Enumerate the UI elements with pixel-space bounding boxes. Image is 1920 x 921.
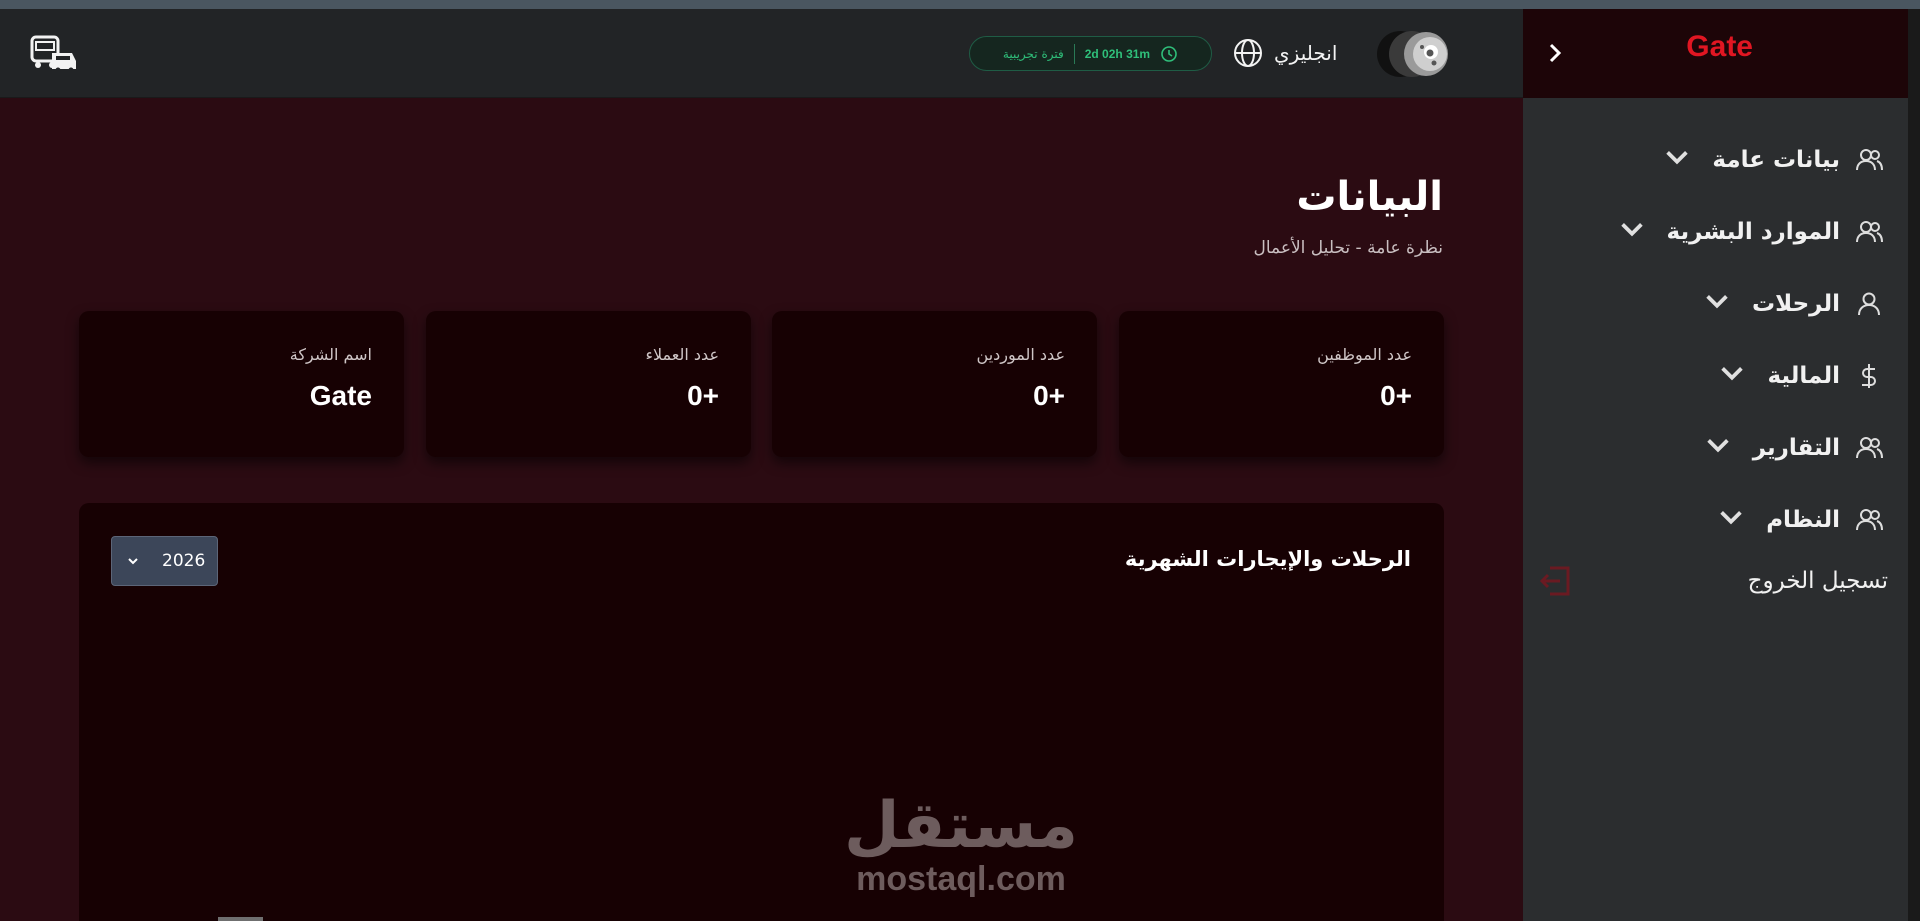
chevron-down-icon [128, 558, 138, 565]
sidebar-item-label: الرحلات [1752, 291, 1840, 317]
clock-icon [1161, 45, 1177, 62]
stat-card-value: Gate [309, 380, 372, 411]
avatar[interactable] [1370, 29, 1456, 79]
sidebar-item-reports[interactable]: التقارير [1544, 412, 1884, 484]
year-select[interactable]: 2026 [111, 536, 218, 586]
year-select-value: 2026 [162, 551, 206, 571]
users-icon [1856, 437, 1883, 459]
language-switcher[interactable]: انجليزي [1232, 36, 1337, 70]
globe-icon [1234, 39, 1262, 67]
sidebar-header: Gate [1523, 9, 1908, 98]
trial-countdown-badge: فترة تجريبية 2d 02h 31m [969, 36, 1212, 71]
monthly-trips-chart-panel: الرحلات والإيجارات الشهرية 2026 [79, 503, 1444, 921]
users-icon [1856, 509, 1883, 531]
stat-card-label: عدد الموردين [976, 345, 1065, 364]
dollar-icon [1862, 364, 1876, 388]
logout-icon [1539, 566, 1570, 596]
sidebar-item-finance[interactable]: المالية [1544, 340, 1884, 412]
watermark: مستقل mostaql.com [843, 790, 1079, 896]
sidebar-item-label: المالية [1767, 363, 1840, 389]
stat-card-company: اسم الشركة Gate [79, 311, 404, 457]
trial-label: فترة تجريبية [1002, 46, 1064, 61]
sidebar-item-trips[interactable]: الرحلات [1544, 268, 1884, 340]
trial-time: 2d 02h 31m [1084, 46, 1151, 61]
chevron-down-icon [1662, 143, 1692, 177]
chevron-down-icon [1617, 215, 1647, 249]
sidebar-item-human-resources[interactable]: الموارد البشرية [1544, 196, 1884, 268]
sidebar-item-label: التقارير [1752, 435, 1840, 461]
logout-label: تسجيل الخروج [1747, 568, 1888, 594]
brand-logo-text: Gate [1686, 30, 1753, 63]
sidebar-item-label: النظام [1766, 507, 1840, 533]
stat-card-value: 0+ [687, 380, 719, 411]
stat-card-value: 0+ [1033, 380, 1065, 411]
stat-card-employees: عدد الموظفين 0+ [1119, 311, 1444, 457]
chevron-down-icon [1716, 503, 1746, 537]
page-title: البيانات [1296, 174, 1443, 220]
window-top-bar [0, 0, 1920, 9]
sidebar-item-label: بيانات عامة [1712, 147, 1840, 173]
stat-card-value: 0+ [1380, 380, 1412, 411]
stat-card-suppliers: عدد الموردين 0+ [772, 311, 1097, 457]
horizontal-scrollbar-thumb[interactable] [218, 917, 263, 921]
page-scrollbar[interactable] [1908, 9, 1920, 921]
chevron-down-icon [1717, 359, 1747, 393]
stat-card-label: اسم الشركة [289, 345, 372, 364]
logout-button[interactable]: تسجيل الخروج [1538, 554, 1888, 608]
sidebar-nav: بيانات عامة الموارد البشرية الرحلات الما… [1544, 124, 1884, 556]
chevron-down-icon [1702, 287, 1732, 321]
users-icon [1856, 149, 1883, 171]
stat-card-label: عدد الموظفين [1317, 345, 1412, 364]
page-subtitle: نظرة عامة - تحليل الأعمال [1253, 238, 1443, 258]
trial-divider [1073, 43, 1075, 64]
watermark-latin: mostaql.com [856, 860, 1066, 898]
chevron-down-icon [1703, 431, 1733, 465]
chart-title: الرحلات والإيجارات الشهرية [1124, 547, 1411, 571]
user-icon [1858, 292, 1880, 316]
users-icon [1856, 221, 1883, 243]
stat-card-label: عدد العملاء [645, 345, 719, 364]
language-label: انجليزي [1274, 41, 1338, 65]
sidebar-item-system[interactable]: النظام [1544, 484, 1884, 556]
top-header: فترة تجريبية 2d 02h 31m انجليزي [0, 9, 1523, 98]
chevron-right-icon[interactable] [1543, 41, 1567, 65]
watermark-arabic: مستقل [843, 789, 1079, 863]
sidebar: Gate بيانات عامة الموارد البشرية الرحلات [1523, 9, 1908, 921]
bus-car-icon[interactable] [30, 33, 78, 73]
stat-card-customers: عدد العملاء 0+ [426, 311, 751, 457]
sidebar-item-label: الموارد البشرية [1666, 219, 1841, 245]
sidebar-item-general-data[interactable]: بيانات عامة [1544, 124, 1884, 196]
